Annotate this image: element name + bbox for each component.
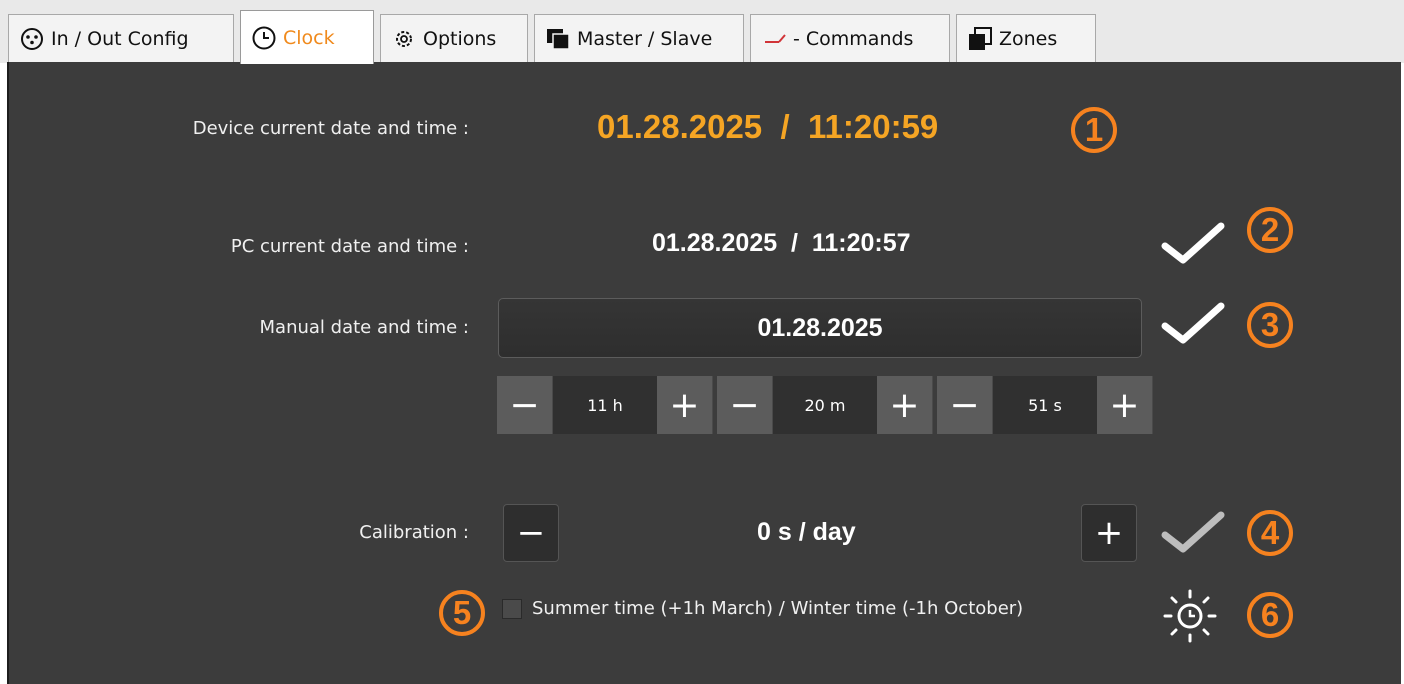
tab-label: Zones — [999, 27, 1058, 50]
pc-time-label: PC current date and time : — [230, 236, 469, 257]
callout-badge-6: 6 — [1247, 592, 1293, 638]
stacked-windows-icon — [545, 26, 571, 52]
pc-time-value: 01.28.2025 / 11:20:57 — [652, 229, 911, 257]
calibration-decrement-button[interactable]: − — [503, 504, 559, 562]
minutes-decrement-button[interactable]: − — [717, 376, 773, 434]
device-time-value: 01.28.2025 / 11:20:59 — [597, 108, 939, 145]
tab-label: - Commands — [793, 27, 914, 50]
tab-master-slave[interactable]: Master / Slave — [534, 14, 744, 62]
hours-value: 11 h — [553, 376, 657, 434]
apply-calibration-check-icon[interactable] — [1159, 509, 1227, 555]
seconds-value: 51 s — [993, 376, 1097, 434]
minutes-value: 20 m — [773, 376, 877, 434]
manual-time-label: Manual date and time : — [259, 317, 469, 338]
callout-badge-2: 2 — [1247, 207, 1293, 253]
summer-winter-time-checkbox[interactable] — [502, 599, 522, 619]
clock-icon — [251, 25, 277, 51]
callout-badge-3: 3 — [1247, 302, 1293, 348]
gear-icon — [391, 26, 417, 52]
tab-clock[interactable]: Clock — [240, 10, 374, 64]
summer-winter-time-label[interactable]: Summer time (+1h March) / Winter time (-… — [532, 598, 1023, 619]
tab-bar: In / Out Config Clock Options Master / S… — [0, 0, 1404, 64]
callout-badge-1: 1 — [1071, 107, 1117, 153]
sun-clock-icon[interactable] — [1161, 587, 1219, 645]
connector-icon — [19, 26, 45, 52]
hours-increment-button[interactable]: + — [657, 376, 713, 434]
callout-badge-5: 5 — [439, 590, 485, 636]
tab-label: Options — [423, 27, 497, 50]
tab-in-out-config[interactable]: In / Out Config — [8, 14, 234, 62]
tab-options[interactable]: Options — [380, 14, 528, 62]
tab-label: Master / Slave — [577, 27, 713, 50]
device-time-label: Device current date and time : — [192, 118, 469, 139]
apply-pc-time-check-icon[interactable] — [1159, 220, 1227, 266]
tab-label: In / Out Config — [51, 27, 189, 50]
tab-zones[interactable]: Zones — [956, 14, 1096, 62]
manual-date-field[interactable]: 01.28.2025 — [498, 298, 1142, 358]
seconds-decrement-button[interactable]: − — [937, 376, 993, 434]
check-dash-icon — [761, 26, 787, 52]
zones-icon — [967, 26, 993, 52]
time-stepper: − 11 h + − 20 m + − 51 s + — [497, 376, 1153, 434]
calibration-increment-button[interactable]: + — [1081, 504, 1137, 562]
tab-label: Clock — [283, 26, 335, 49]
minutes-increment-button[interactable]: + — [877, 376, 933, 434]
hours-decrement-button[interactable]: − — [497, 376, 553, 434]
callout-badge-4: 4 — [1247, 510, 1293, 556]
clock-panel: Device current date and time : 01.28.202… — [7, 62, 1401, 684]
apply-manual-time-check-icon[interactable] — [1159, 300, 1227, 346]
seconds-increment-button[interactable]: + — [1097, 376, 1153, 434]
tab-commands[interactable]: - Commands — [750, 14, 950, 62]
calibration-label: Calibration : — [359, 522, 469, 543]
calibration-value: 0 s / day — [757, 518, 856, 546]
